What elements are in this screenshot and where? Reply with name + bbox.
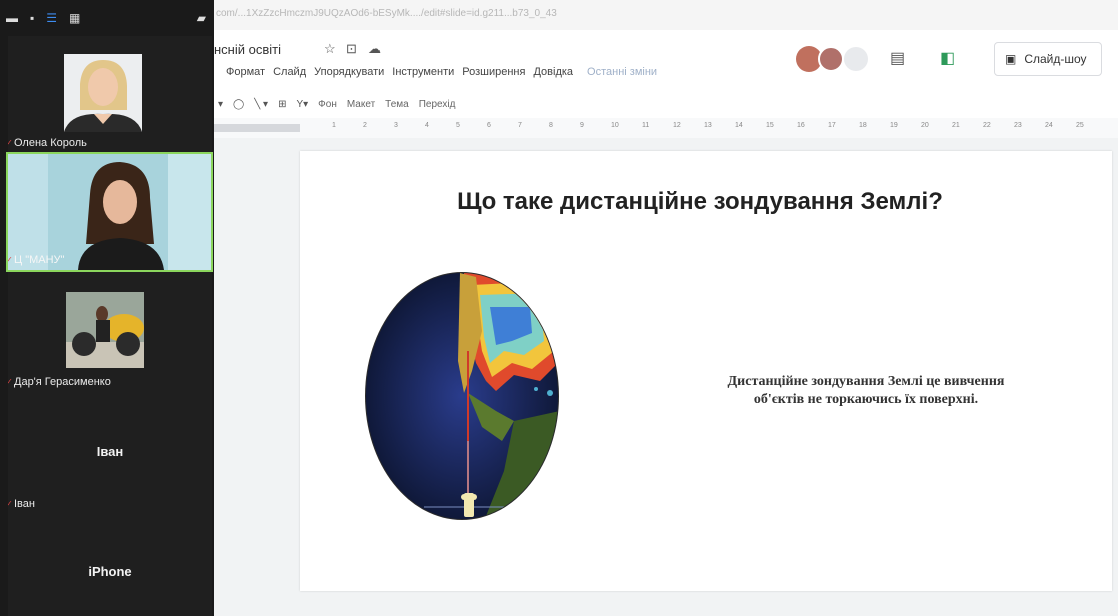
menu-arrange[interactable]: Упорядкувати: [314, 66, 384, 78]
comment-add-icon[interactable]: ⊞: [278, 99, 286, 110]
url-text[interactable]: com/...1XzZzcHmczmJ9UQzAOd6-bESyMk..../e…: [216, 8, 557, 19]
menu-help[interactable]: Довідка: [533, 66, 573, 78]
ruler-number: 23: [1014, 122, 1022, 129]
window-icon[interactable]: ▰: [197, 12, 206, 24]
toolbar-background[interactable]: Фон: [318, 99, 337, 110]
speaker-view-icon[interactable]: ☰: [46, 12, 57, 24]
earth-satellite-image[interactable]: [364, 271, 560, 521]
more-collaborators-icon[interactable]: [844, 47, 868, 71]
collaborator-avatar[interactable]: [818, 46, 844, 72]
participant-tile[interactable]: Іван Іван: [8, 394, 212, 518]
ruler-number: 2: [363, 122, 367, 129]
participant-name: Дар'я Герасименко: [8, 376, 111, 388]
ruler-number: 19: [890, 122, 898, 129]
ruler-number: 21: [952, 122, 960, 129]
ruler-number: 24: [1045, 122, 1053, 129]
gallery-view-icon[interactable]: ▦: [69, 12, 80, 24]
ruler-number: 16: [797, 122, 805, 129]
slides-header: нсній освіті ☆ ⊡ ☁ Формат Слайд Упорядку…: [214, 30, 1118, 90]
participant-name: Олена Король: [8, 137, 87, 149]
participant-tile-speaking[interactable]: Ц "МАНУ": [6, 152, 213, 272]
shape-icon[interactable]: ◯: [233, 99, 244, 110]
ruler-number: 22: [983, 122, 991, 129]
toolbar-layout[interactable]: Макет: [347, 99, 375, 110]
participant-name: Ц "МАНУ": [8, 254, 64, 266]
ruler-number: 18: [859, 122, 867, 129]
ruler-number: 5: [456, 122, 460, 129]
browser-address-bar[interactable]: com/...1XzZzcHmczmJ9UQzAOd6-bESyMk..../e…: [214, 0, 1118, 30]
minimize-icon[interactable]: ▬: [6, 12, 18, 24]
move-folder-icon[interactable]: ⊡: [346, 41, 357, 57]
slide-body-text[interactable]: Дистанційне зондування Землі це вивчення…: [716, 373, 1016, 409]
participant-video: [64, 54, 142, 132]
menu-format[interactable]: Формат: [226, 66, 265, 78]
participant-tile[interactable]: Дар'я Герасименко: [8, 272, 212, 394]
ruler-number: 15: [766, 122, 774, 129]
text-format-icon[interactable]: Y▾: [296, 99, 308, 110]
meet-icon[interactable]: ◧: [940, 48, 955, 68]
menu-extensions[interactable]: Розширення: [462, 66, 525, 78]
menu-bar: Формат Слайд Упорядкувати Інструменти Ро…: [226, 66, 657, 78]
star-icon[interactable]: ☆: [324, 41, 336, 57]
ruler-number: 6: [487, 122, 491, 129]
ruler-number: 14: [735, 122, 743, 129]
ruler-number: 10: [611, 122, 619, 129]
participant-tile[interactable]: Олена Король: [8, 36, 212, 152]
slides-toolbar: ▾ ◯ ╲ ▾ ⊞ Y▾ Фон Макет Тема Перехід: [214, 90, 1118, 118]
participant-tile[interactable]: iPhone: [8, 518, 212, 616]
participant-center-name: Іван: [96, 444, 124, 459]
minimize-icon[interactable]: ▪: [30, 12, 34, 24]
present-icon: ▣: [1005, 52, 1017, 66]
participant-center-name: iPhone: [88, 564, 132, 579]
ruler-number: 3: [394, 122, 398, 129]
ruler-number: 7: [518, 122, 522, 129]
ruler-number: 11: [642, 122, 650, 129]
ruler-number: 8: [549, 122, 553, 129]
slide-title[interactable]: Що таке дистанційне зондування Землі?: [410, 188, 990, 216]
participant-video: [66, 292, 144, 368]
zoom-participants-panel: ▬ ▪ ☰ ▦ ▰ Олена Король: [0, 0, 214, 616]
menu-slide[interactable]: Слайд: [273, 66, 306, 78]
ruler-number: 4: [425, 122, 429, 129]
horizontal-ruler: 1 2 3 4 5 6 7 8 9 10 11 12 13 14 15 16 17 18 19 20 21 22 23 24 2…: [214, 118, 1118, 138]
image-insert-icon[interactable]: ▾: [218, 99, 223, 110]
ruler-number: 25: [1076, 122, 1084, 129]
slide[interactable]: Що таке дистанційне зондування Землі? Ди…: [300, 151, 1112, 591]
slide-canvas: Що таке дистанційне зондування Землі? Ди…: [214, 138, 1118, 616]
toolbar-theme[interactable]: Тема: [385, 99, 409, 110]
cloud-saved-icon[interactable]: ☁: [368, 41, 381, 57]
ruler-number: 20: [921, 122, 929, 129]
ruler-number: 13: [704, 122, 712, 129]
document-title[interactable]: нсній освіті: [214, 42, 281, 57]
menu-tools[interactable]: Інструменти: [392, 66, 454, 78]
ruler-number: 12: [673, 122, 681, 129]
ruler-margin: [214, 124, 300, 132]
zoom-view-toolbar: ▬ ▪ ☰ ▦ ▰: [0, 0, 214, 36]
participant-video: [8, 154, 211, 270]
comments-icon[interactable]: ▤: [890, 48, 905, 68]
participant-name: Іван: [8, 498, 35, 510]
ruler-number: 17: [828, 122, 836, 129]
slideshow-button[interactable]: ▣ Слайд-шоу: [994, 42, 1102, 76]
line-icon[interactable]: ╲ ▾: [254, 99, 268, 110]
ruler-number: 1: [332, 122, 336, 129]
ruler-number: 9: [580, 122, 584, 129]
last-edit-link[interactable]: Останні зміни: [587, 66, 657, 78]
slideshow-label: Слайд-шоу: [1024, 52, 1087, 66]
toolbar-transition[interactable]: Перехід: [419, 99, 456, 110]
